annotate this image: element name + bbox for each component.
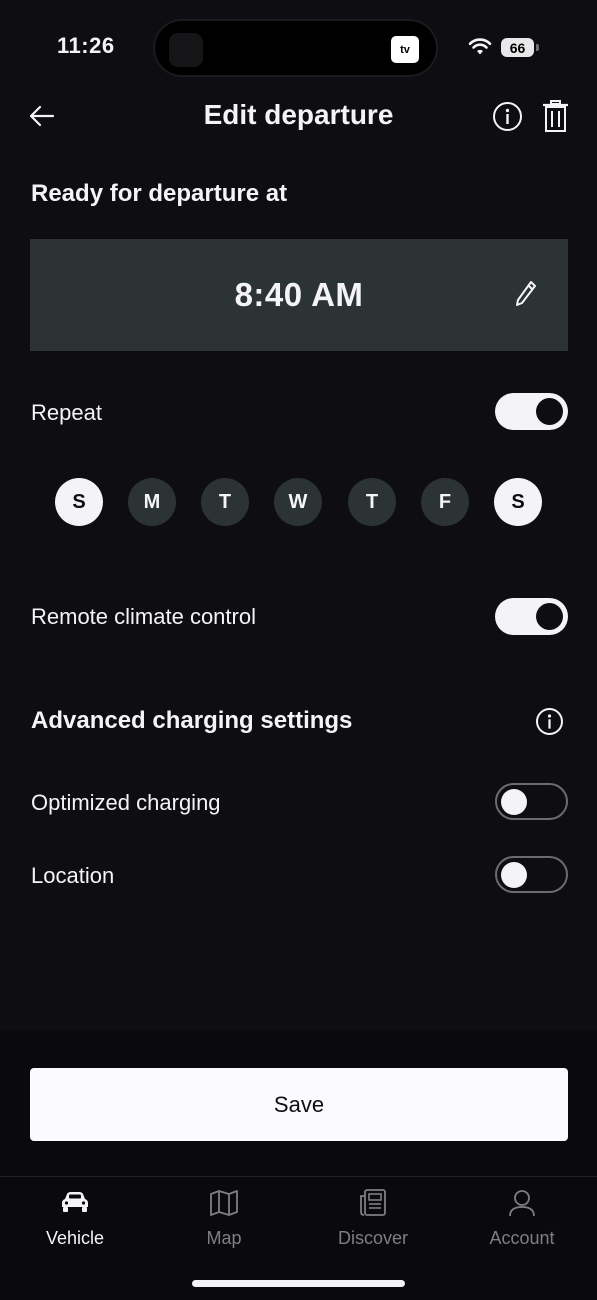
info-icon[interactable] bbox=[492, 101, 523, 132]
optimized-charging-label: Optimized charging bbox=[31, 790, 221, 815]
car-icon bbox=[62, 1192, 88, 1212]
climate-toggle[interactable] bbox=[495, 598, 568, 635]
battery-indicator: 66 bbox=[501, 38, 539, 57]
tab-label: Account bbox=[489, 1228, 555, 1248]
dynamic-island: tv bbox=[153, 19, 438, 77]
home-indicator[interactable] bbox=[192, 1280, 405, 1287]
tab-label: Discover bbox=[337, 1228, 408, 1248]
departure-time-card[interactable]: 8:40 AM bbox=[30, 239, 568, 351]
repeat-toggle[interactable] bbox=[495, 393, 568, 430]
repeat-label: Repeat bbox=[31, 400, 102, 425]
newspaper-icon bbox=[360, 1189, 386, 1216]
wifi-icon bbox=[468, 38, 492, 55]
user-icon bbox=[509, 1190, 535, 1217]
day-friday[interactable]: F bbox=[421, 478, 469, 526]
day-wednesday[interactable]: W bbox=[274, 478, 322, 526]
tab-bar-divider bbox=[0, 1176, 597, 1177]
location-toggle[interactable] bbox=[495, 856, 568, 893]
climate-label: Remote climate control bbox=[31, 604, 256, 629]
day-monday[interactable]: M bbox=[128, 478, 176, 526]
day-tuesday[interactable]: T bbox=[201, 478, 249, 526]
tab-discover[interactable]: Discover bbox=[313, 1186, 433, 1249]
toggle-knob bbox=[536, 603, 563, 630]
day-thursday[interactable]: T bbox=[348, 478, 396, 526]
tab-account[interactable]: Account bbox=[462, 1186, 582, 1249]
toggle-knob bbox=[501, 862, 527, 888]
battery-level: 66 bbox=[509, 39, 526, 56]
apple-tv-icon: tv bbox=[391, 36, 419, 63]
advanced-heading: Advanced charging settings bbox=[31, 707, 353, 734]
map-icon bbox=[210, 1190, 238, 1216]
toggle-knob bbox=[536, 398, 563, 425]
save-button[interactable]: Save bbox=[30, 1068, 568, 1141]
live-activity-thumbnail bbox=[169, 33, 203, 67]
apple-tv-label: tv bbox=[400, 43, 410, 56]
departure-heading: Ready for departure at bbox=[31, 180, 288, 207]
edit-departure-screen: 11:26 tv 66 Edit departure Ready for dep… bbox=[0, 0, 597, 1300]
tab-label: Map bbox=[206, 1228, 242, 1248]
day-sunday[interactable]: S bbox=[55, 478, 103, 526]
optimized-charging-toggle[interactable] bbox=[495, 783, 568, 820]
location-label: Location bbox=[31, 863, 115, 888]
departure-time: 8:40 AM bbox=[234, 276, 364, 313]
tab-label: Vehicle bbox=[45, 1228, 105, 1248]
info-icon[interactable] bbox=[535, 707, 564, 736]
tab-vehicle[interactable]: Vehicle bbox=[15, 1186, 135, 1249]
trash-icon[interactable] bbox=[541, 99, 570, 133]
toggle-knob bbox=[501, 789, 527, 815]
tab-map[interactable]: Map bbox=[164, 1186, 284, 1249]
pencil-icon[interactable] bbox=[514, 279, 538, 309]
status-time: 11:26 bbox=[57, 33, 115, 58]
day-saturday[interactable]: S bbox=[494, 478, 542, 526]
